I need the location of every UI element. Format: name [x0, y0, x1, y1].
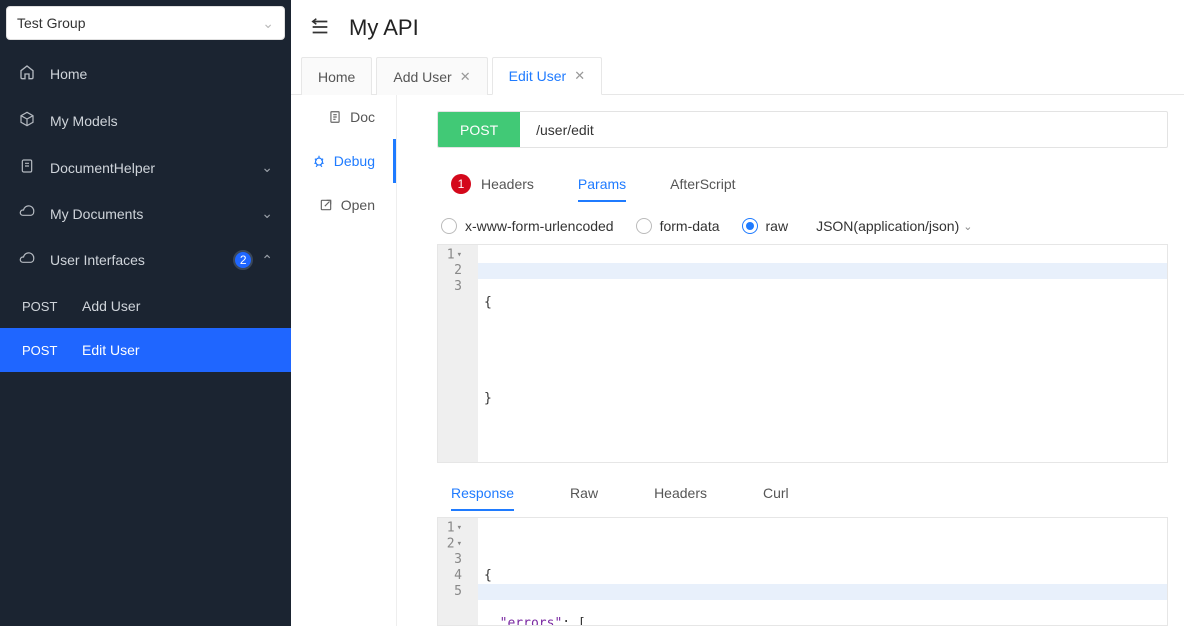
radio-icon: [441, 218, 457, 234]
sidebar-item-label: My Models: [50, 113, 118, 129]
bodytype-label: form-data: [660, 218, 720, 234]
bug-icon: [312, 154, 326, 168]
cube-icon: [18, 111, 36, 130]
editor-gutter: 1▾ 2▾ 3 4 5: [438, 518, 478, 625]
bodytype-label: raw: [766, 218, 789, 234]
sidebar-item-label: My Documents: [50, 206, 143, 222]
response-body-editor[interactable]: 1▾ 2▾ 3 4 5 { "errors": [ "userId could …: [437, 517, 1168, 626]
group-selector-label: Test Group: [17, 15, 85, 31]
chevron-down-icon: ⌄: [262, 15, 274, 32]
code-line: "errors": [: [484, 616, 1161, 626]
subitem-label: Add User: [82, 298, 140, 314]
request-body-editor[interactable]: 1▾ 2 3 { }: [437, 244, 1168, 463]
lefttab-label: Open: [341, 197, 375, 213]
group-selector[interactable]: Test Group ⌄: [6, 6, 285, 40]
tab-label: Home: [318, 69, 355, 85]
tab-home[interactable]: Home: [301, 57, 372, 95]
cloud-icon: [18, 252, 36, 269]
tab-label: Add User: [393, 69, 451, 85]
reqtab-afterscript[interactable]: AfterScript: [670, 168, 735, 202]
chevron-up-icon: ⌃: [261, 252, 273, 269]
page-title: My API: [349, 15, 419, 41]
sidebar-subitem-edituser[interactable]: POST Edit User: [0, 328, 291, 372]
code-line: }: [484, 391, 1161, 407]
bodytype-urlencoded[interactable]: x-www-form-urlencoded: [441, 218, 614, 234]
cloud-icon: [18, 205, 36, 222]
tab-label: Edit User: [509, 68, 567, 84]
reqtab-label: Params: [578, 176, 626, 192]
sidebar-item-documenthelper[interactable]: DocumentHelper ⌄: [0, 144, 291, 191]
sidebar-item-mymodels[interactable]: My Models: [0, 97, 291, 144]
method-badge[interactable]: POST: [438, 112, 520, 147]
lefttab-open[interactable]: Open: [291, 183, 396, 227]
resptab-response[interactable]: Response: [451, 477, 514, 511]
close-icon[interactable]: ✕: [460, 69, 471, 85]
chevron-down-icon: ⌄: [963, 220, 972, 233]
page-icon: [328, 110, 342, 124]
headers-count-badge: 1: [451, 174, 471, 194]
method-label: POST: [22, 299, 62, 314]
collapse-sidebar-icon[interactable]: [309, 16, 331, 41]
code-line: [484, 343, 1161, 359]
reqtab-params[interactable]: Params: [578, 168, 626, 202]
editor-gutter: 1▾ 2 3: [438, 245, 478, 462]
method-label: POST: [22, 343, 62, 358]
sidebar-item-home[interactable]: Home: [0, 50, 291, 97]
close-icon[interactable]: ✕: [574, 68, 585, 84]
sidebar-item-userinterfaces[interactable]: User Interfaces 2 ⌃: [0, 236, 291, 284]
bodytype-formdata[interactable]: form-data: [636, 218, 720, 234]
resptab-curl[interactable]: Curl: [763, 477, 789, 511]
chevron-down-icon: ⌄: [261, 205, 273, 222]
code-line: {: [484, 295, 1161, 311]
lefttab-doc[interactable]: Doc: [291, 95, 396, 139]
external-icon: [319, 198, 333, 212]
bodytype-raw[interactable]: raw: [742, 218, 789, 234]
resptab-raw[interactable]: Raw: [570, 477, 598, 511]
count-badge: 2: [233, 250, 253, 270]
tab-edituser[interactable]: Edit User ✕: [492, 57, 602, 95]
sidebar-item-mydocuments[interactable]: My Documents ⌄: [0, 191, 291, 236]
lefttab-label: Doc: [350, 109, 375, 125]
doc-icon: [18, 158, 36, 177]
radio-icon: [636, 218, 652, 234]
request-url[interactable]: /user/edit: [520, 122, 610, 138]
sidebar-item-label: Home: [50, 66, 87, 82]
chevron-down-icon: ⌄: [261, 159, 273, 176]
content-type-selector[interactable]: JSON(application/json) ⌄: [816, 218, 972, 234]
sidebar-item-label: DocumentHelper: [50, 160, 155, 176]
lefttab-label: Debug: [334, 153, 375, 169]
code-line: {: [484, 568, 1161, 584]
lefttab-debug[interactable]: Debug: [291, 139, 396, 183]
resptab-headers[interactable]: Headers: [654, 477, 707, 511]
bodytype-label: x-www-form-urlencoded: [465, 218, 614, 234]
tab-adduser[interactable]: Add User ✕: [376, 57, 487, 95]
reqtab-label: AfterScript: [670, 176, 735, 192]
request-line: POST /user/edit: [437, 111, 1168, 148]
radio-icon: [742, 218, 758, 234]
reqtab-headers[interactable]: 1 Headers: [451, 166, 534, 204]
home-icon: [18, 64, 36, 83]
subitem-label: Edit User: [82, 342, 140, 358]
content-type-label: JSON(application/json): [816, 218, 959, 234]
sidebar-item-label: User Interfaces: [50, 252, 145, 268]
sidebar-subitem-adduser[interactable]: POST Add User: [0, 284, 291, 328]
reqtab-label: Headers: [481, 176, 534, 192]
